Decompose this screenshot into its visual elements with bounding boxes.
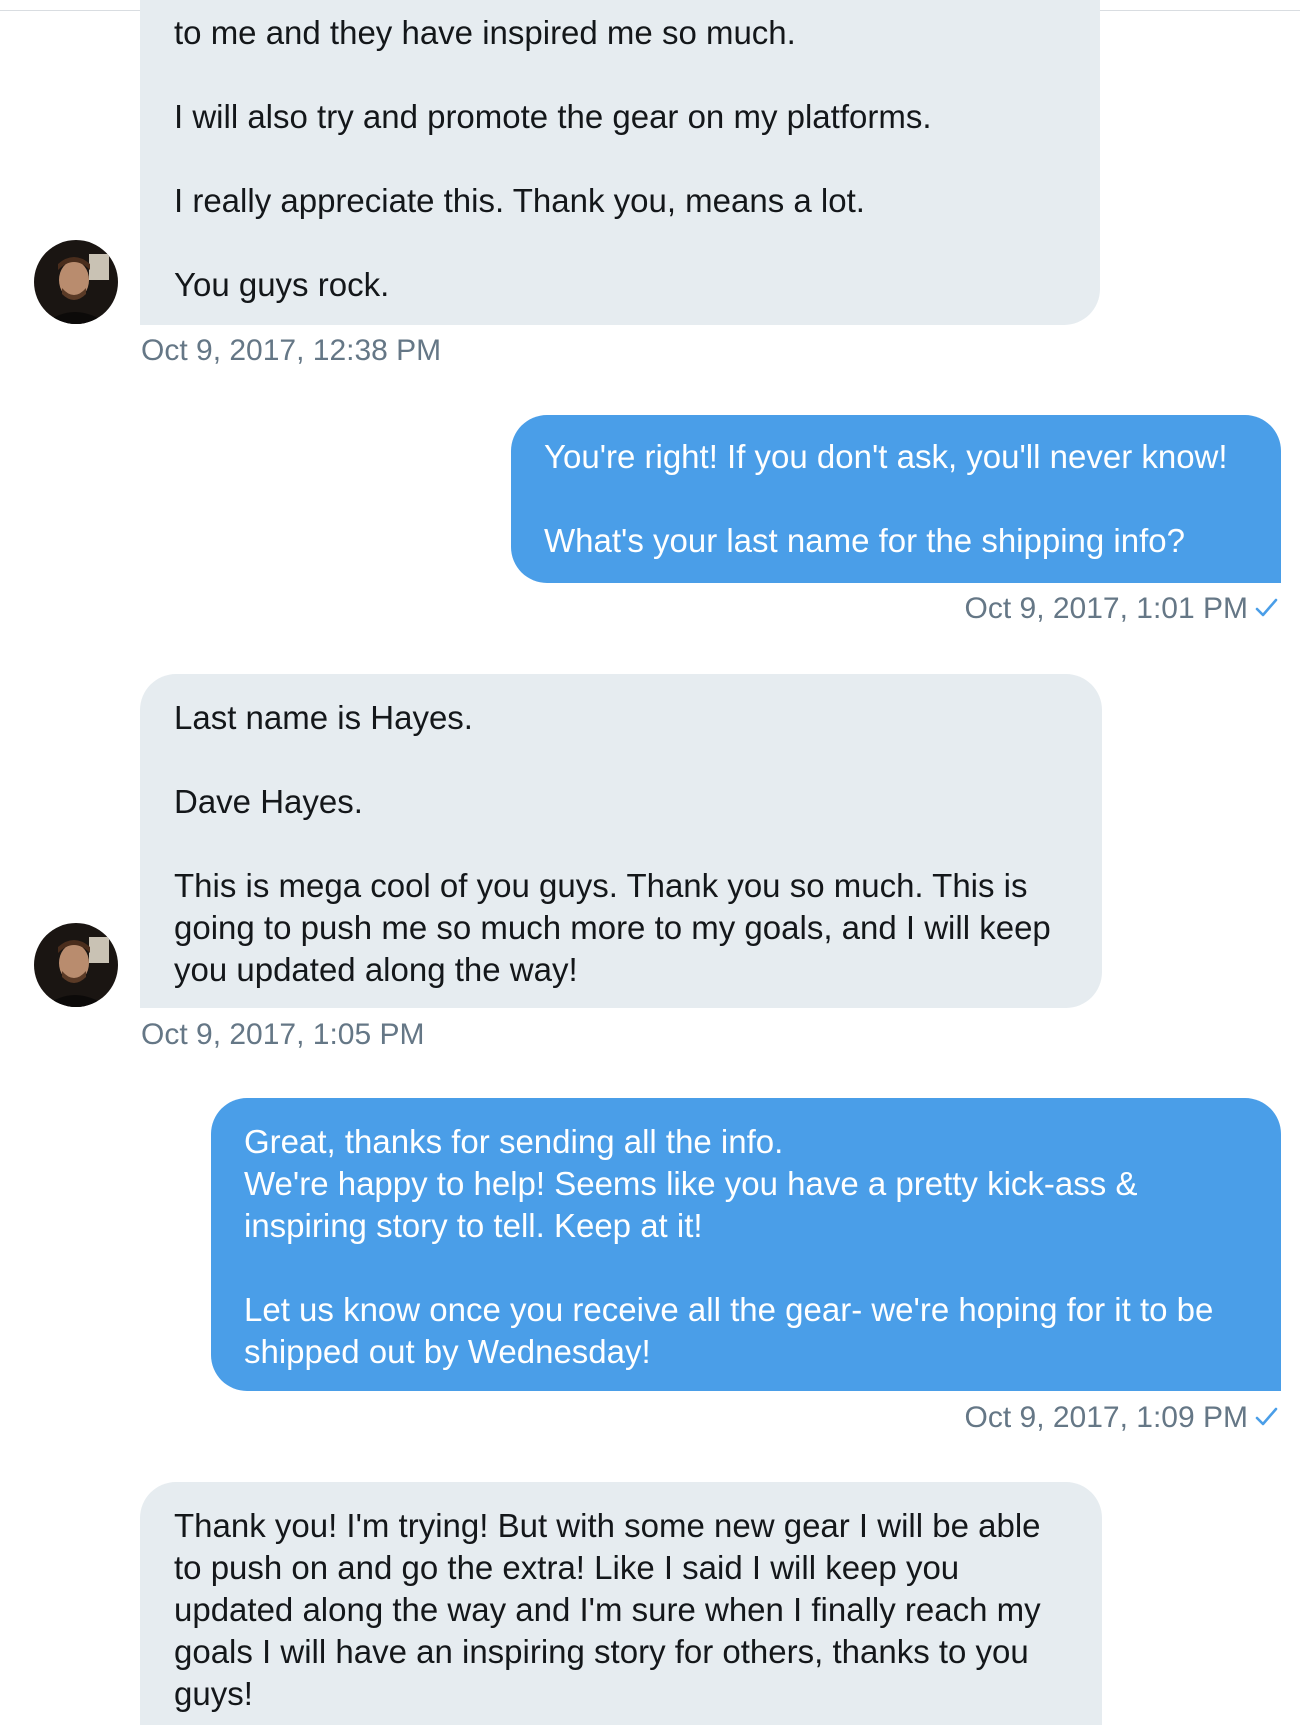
avatar-image bbox=[34, 923, 118, 1007]
message-bubble-outgoing[interactable]: Great, thanks for sending all the info. … bbox=[211, 1098, 1281, 1391]
message-timestamp: Oct 9, 2017, 1:05 PM bbox=[141, 1018, 425, 1051]
check-icon bbox=[1255, 1407, 1278, 1426]
conversation-view: to me and they have inspired me so much.… bbox=[0, 0, 1300, 1725]
timestamp-text: Oct 9, 2017, 1:09 PM bbox=[964, 1401, 1249, 1434]
message-timestamp: Oct 9, 2017, 1:09 PM bbox=[965, 1400, 1279, 1436]
user-avatar[interactable] bbox=[34, 240, 118, 324]
user-avatar[interactable] bbox=[34, 923, 118, 1007]
message-bubble-incoming[interactable]: Thank you! I'm trying! But with some new… bbox=[140, 1482, 1102, 1725]
message-bubble-outgoing[interactable]: You're right! If you don't ask, you'll n… bbox=[511, 415, 1281, 583]
avatar-image bbox=[34, 240, 118, 324]
message-timestamp: Oct 9, 2017, 1:01 PM bbox=[965, 591, 1279, 627]
timestamp-text: Oct 9, 2017, 1:01 PM bbox=[964, 592, 1249, 625]
check-icon bbox=[1255, 598, 1278, 617]
message-timestamp: Oct 9, 2017, 12:38 PM bbox=[141, 334, 442, 367]
message-bubble-incoming[interactable]: to me and they have inspired me so much.… bbox=[140, 0, 1100, 325]
message-bubble-incoming[interactable]: Last name is Hayes. Dave Hayes. This is … bbox=[140, 674, 1102, 1008]
